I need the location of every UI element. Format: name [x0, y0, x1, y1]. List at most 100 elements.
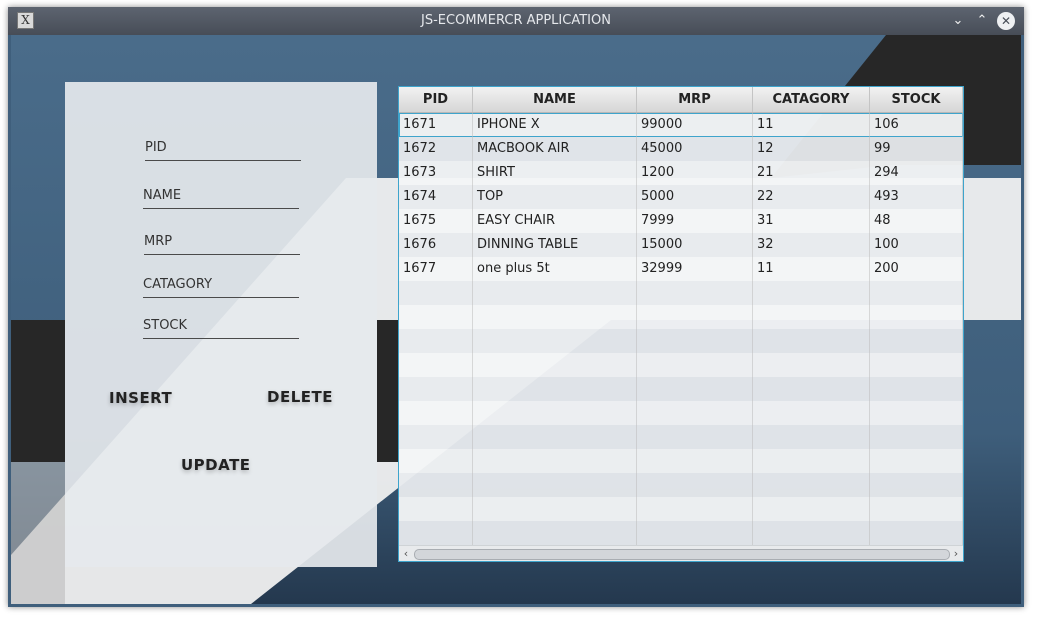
column-header-catagory[interactable]: CATAGORY	[753, 87, 870, 112]
empty-table-row[interactable]	[399, 377, 963, 401]
cell-stock	[870, 521, 963, 545]
cell-stock	[870, 425, 963, 449]
cell-catagory	[753, 377, 870, 401]
mrp-field[interactable]	[144, 234, 300, 255]
empty-table-row[interactable]	[399, 329, 963, 353]
cell-pid: 1676	[399, 233, 473, 257]
cell-mrp	[637, 281, 753, 305]
column-header-pid[interactable]: PID	[399, 87, 473, 112]
pid-field[interactable]	[145, 140, 301, 161]
empty-table-row[interactable]	[399, 521, 963, 545]
empty-table-row[interactable]	[399, 401, 963, 425]
cell-name	[473, 305, 637, 329]
empty-table-row[interactable]	[399, 449, 963, 473]
column-header-name[interactable]: NAME	[473, 87, 637, 112]
dark-middle-band	[377, 320, 398, 462]
table-row[interactable]: 1677 one plus 5t 32999 11 200	[399, 257, 963, 281]
table-row[interactable]: 1672 MACBOOK AIR 45000 12 99	[399, 137, 963, 161]
stock-field[interactable]	[143, 318, 299, 339]
delete-button[interactable]: DELETE	[267, 388, 333, 406]
cell-name: IPHONE X	[473, 113, 637, 137]
dark-left-band	[11, 320, 65, 462]
window-title: JS-ECOMMERCR APPLICATION	[421, 13, 611, 28]
cell-name: SHIRT	[473, 161, 637, 185]
cell-mrp: 15000	[637, 233, 753, 257]
table-row[interactable]: 1675 EASY CHAIR 7999 31 48	[399, 209, 963, 233]
scrollbar-thumb[interactable]	[414, 549, 950, 560]
application-window: X JS-ECOMMERCR APPLICATION ⌄ ⌃ ✕ PID NAM…	[8, 7, 1024, 607]
cell-name: DINNING TABLE	[473, 233, 637, 257]
products-table[interactable]: PID NAME MRP CATAGORY STOCK 1671 IPHONE X 9900…	[398, 86, 964, 562]
column-header-mrp[interactable]: MRP	[637, 87, 753, 112]
cell-stock	[870, 449, 963, 473]
cell-catagory: 21	[753, 161, 870, 185]
empty-table-row[interactable]	[399, 305, 963, 329]
cell-catagory	[753, 497, 870, 521]
cell-catagory: 31	[753, 209, 870, 233]
cell-catagory	[753, 521, 870, 545]
cell-pid	[399, 353, 473, 377]
cell-mrp: 7999	[637, 209, 753, 233]
cell-mrp	[637, 377, 753, 401]
empty-table-row[interactable]	[399, 473, 963, 497]
cell-pid	[399, 329, 473, 353]
title-bar[interactable]: X JS-ECOMMERCR APPLICATION ⌄ ⌃ ✕	[8, 7, 1024, 35]
cell-mrp: 5000	[637, 185, 753, 209]
cell-pid	[399, 377, 473, 401]
stock-input[interactable]	[143, 318, 293, 333]
mrp-input[interactable]	[144, 234, 294, 249]
maximize-button[interactable]: ⌃	[973, 12, 991, 30]
catagory-input[interactable]	[143, 277, 293, 292]
cell-name: MACBOOK AIR	[473, 137, 637, 161]
cell-name	[473, 353, 637, 377]
cell-catagory: 11	[753, 257, 870, 281]
insert-button[interactable]: INSERT	[109, 389, 172, 407]
cell-name: TOP	[473, 185, 637, 209]
cell-name	[473, 521, 637, 545]
cell-mrp	[637, 473, 753, 497]
cell-pid	[399, 521, 473, 545]
cell-stock	[870, 377, 963, 401]
catagory-field[interactable]	[143, 277, 299, 298]
cell-pid: 1673	[399, 161, 473, 185]
name-input[interactable]	[143, 188, 293, 203]
cell-pid: 1677	[399, 257, 473, 281]
column-header-stock[interactable]: STOCK	[870, 87, 963, 112]
cell-catagory	[753, 425, 870, 449]
cell-stock	[870, 329, 963, 353]
horizontal-scrollbar[interactable]: ‹ ›	[399, 545, 963, 561]
cell-mrp	[637, 449, 753, 473]
name-field[interactable]	[143, 188, 299, 209]
cell-name	[473, 449, 637, 473]
update-button[interactable]: UPDATE	[181, 456, 251, 474]
product-form-panel: INSERT DELETE UPDATE	[65, 82, 377, 567]
cell-pid	[399, 497, 473, 521]
cell-stock	[870, 305, 963, 329]
cell-name	[473, 401, 637, 425]
scroll-left-icon[interactable]: ‹	[399, 546, 413, 561]
close-icon: ✕	[1000, 14, 1012, 28]
scroll-right-icon[interactable]: ›	[949, 546, 963, 561]
cell-name: EASY CHAIR	[473, 209, 637, 233]
cell-mrp	[637, 329, 753, 353]
close-button[interactable]: ✕	[997, 12, 1015, 30]
cell-catagory: 12	[753, 137, 870, 161]
cell-catagory	[753, 305, 870, 329]
cell-stock	[870, 401, 963, 425]
cell-mrp: 32999	[637, 257, 753, 281]
table-row[interactable]: 1674 TOP 5000 22 493	[399, 185, 963, 209]
empty-table-row[interactable]	[399, 497, 963, 521]
minimize-button[interactable]: ⌄	[949, 12, 967, 30]
table-row[interactable]: 1676 DINNING TABLE 15000 32 100	[399, 233, 963, 257]
pid-input[interactable]	[145, 140, 295, 155]
empty-table-row[interactable]	[399, 353, 963, 377]
cell-pid: 1671	[399, 113, 473, 137]
cell-catagory	[753, 281, 870, 305]
empty-table-row[interactable]	[399, 425, 963, 449]
empty-table-row[interactable]	[399, 281, 963, 305]
cell-mrp	[637, 353, 753, 377]
cell-stock	[870, 497, 963, 521]
table-row[interactable]: 1673 SHIRT 1200 21 294	[399, 161, 963, 185]
table-row[interactable]: 1671 IPHONE X 99000 11 106	[399, 113, 963, 137]
grey-lower-band	[11, 462, 65, 604]
